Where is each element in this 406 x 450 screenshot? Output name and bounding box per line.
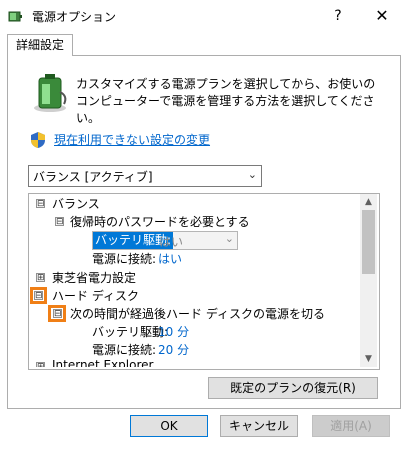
tree-node-balance[interactable]: バランス <box>52 195 100 212</box>
setting-value-ac[interactable]: 20 分 <box>158 341 189 358</box>
restore-default-plan-button[interactable]: 既定のプランの復元(R) <box>208 377 378 399</box>
help-button[interactable]: ? <box>326 4 350 28</box>
apply-button[interactable]: 適用(A) <box>312 415 390 437</box>
cancel-button[interactable]: キャンセル <box>220 415 298 437</box>
collapse-toggle-icon[interactable]: ⊟ <box>55 217 64 227</box>
wake-password-battery-select[interactable]: バッテリ駆動: はい ⌄ <box>92 231 238 250</box>
power-options-icon <box>8 11 22 22</box>
chevron-down-icon: ⌄ <box>247 168 257 181</box>
scroll-up-icon[interactable]: ▲ <box>360 194 377 210</box>
power-plan-select-value: バランス [アクティブ] <box>33 170 153 184</box>
tree-node-harddisk[interactable]: ハード ディスク <box>52 287 139 304</box>
tree-clip: ⊞ Internet Explorer <box>29 358 359 367</box>
collapse-toggle-icon[interactable]: ⊟ <box>36 199 45 209</box>
tree-node-harddisk-off[interactable]: 次の時間が経過後ハード ディスクの電源を切る <box>70 305 325 322</box>
setting-value-ac[interactable]: はい <box>158 250 182 267</box>
setting-label-ac: 電源に接続: <box>92 252 157 266</box>
setting-label-ac: 電源に接続: <box>92 343 157 357</box>
power-plan-select[interactable]: バランス [アクティブ] ⌄ <box>28 165 262 187</box>
close-button[interactable]: ✕ <box>370 4 394 28</box>
description-text: カスタマイズする電源プランを選択してから、お使いのコンピューターで電源を管理する… <box>76 77 376 125</box>
collapse-toggle-icon[interactable]: ⊟ <box>34 291 43 301</box>
scroll-down-icon[interactable]: ▼ <box>360 351 377 367</box>
setting-value-battery: はい <box>159 235 184 249</box>
expand-toggle-icon[interactable]: ⊞ <box>36 273 45 283</box>
chevron-down-icon: ⌄ <box>224 232 234 245</box>
setting-value-battery[interactable]: 10 分 <box>158 323 189 340</box>
battery-icon <box>34 74 67 112</box>
scrollbar-thumb[interactable] <box>362 210 375 274</box>
tree-node-toshiba[interactable]: 東芝省電力設定 <box>52 269 136 286</box>
collapse-toggle-icon[interactable]: ⊟ <box>53 309 62 319</box>
tree-node-wake-password[interactable]: 復帰時のパスワードを必要とする <box>70 213 250 230</box>
ok-button[interactable]: OK <box>130 415 208 437</box>
tab-advanced-settings[interactable]: 詳細設定 <box>7 34 73 56</box>
window-title: 電源オプション <box>32 10 117 24</box>
setting-label-battery: バッテリ駆動: <box>92 325 169 339</box>
expand-toggle-icon[interactable]: ⊞ <box>36 362 45 367</box>
shield-icon <box>31 132 45 148</box>
change-unavailable-settings-link[interactable]: 現在利用できない設定の変更 <box>54 131 210 148</box>
tree-node-internet-explorer[interactable]: Internet Explorer <box>52 358 153 367</box>
